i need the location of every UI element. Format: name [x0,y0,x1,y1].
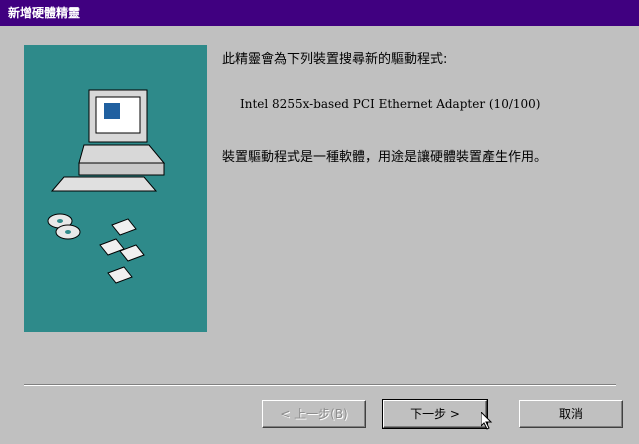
wizard-illustration-panel [24,45,207,332]
window-title: 新增硬體精靈 [0,0,639,26]
cancel-button[interactable]: 取消 [519,400,623,428]
intro-text: 此精靈會為下列裝置搜尋新的驅動程式: [222,52,448,67]
mouse-pointer-icon [481,412,493,430]
next-button[interactable]: 下一步 > [382,399,488,429]
separator-line [24,384,616,386]
driver-description: 裝置驅動程式是一種軟體，用途是讓硬體裝置產生作用。 [222,150,548,165]
computer-illustration-icon [47,89,166,284]
device-name: Intel 8255x-based PCI Ethernet Adapter (… [240,97,541,111]
add-hardware-wizard-window: 新增硬體精靈 此精靈會為下列裝置搜尋新的驅動程式: Intel 8255x-ba… [0,0,639,444]
back-button[interactable]: < 上一步(B) [262,400,366,428]
